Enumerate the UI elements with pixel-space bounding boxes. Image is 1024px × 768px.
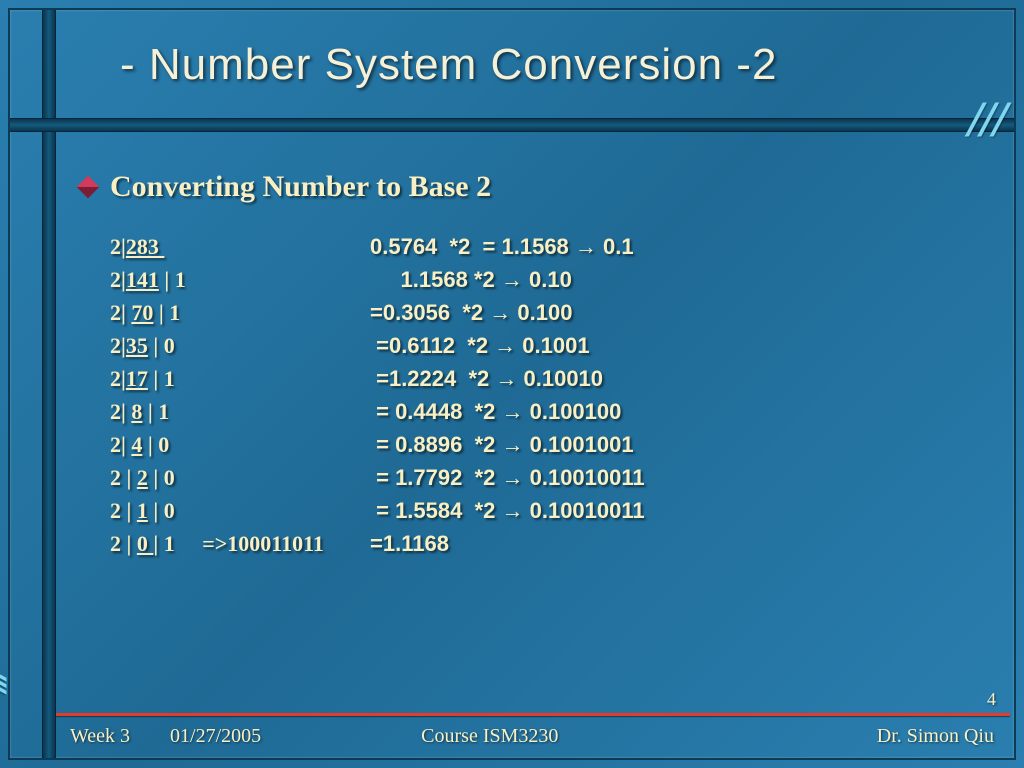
calc-left-prefix: 2|	[110, 399, 131, 424]
calc-left-prefix: 2|	[110, 366, 126, 391]
footer-week: Week 3	[70, 725, 130, 748]
calc-right: =1.2224 *2 → 0.10010	[370, 362, 603, 395]
calc-left-suffix: | 1	[153, 300, 180, 325]
calc-row: 2 | 2 | 0 = 1.7792 *2 → 0.10010011	[110, 461, 984, 494]
calc-left-number: 17	[126, 366, 148, 391]
diamond-bullet-icon	[77, 176, 100, 199]
calc-right: = 1.7792 *2 → 0.10010011	[370, 461, 645, 494]
calc-left-number: 70	[131, 300, 153, 325]
calc-row: 2|35 | 0 =0.6112 *2 → 0.1001	[110, 329, 984, 362]
calc-left: 2 | 2 | 0	[110, 461, 370, 494]
calc-left-number: 8	[131, 399, 142, 424]
calc-right: =0.6112 *2 → 0.1001	[370, 329, 590, 362]
calc-left-prefix: 2 |	[110, 531, 137, 556]
footer-divider	[56, 713, 1010, 716]
slide-title: - Number System Conversion -2	[120, 40, 777, 90]
calc-left: 2 | 1 | 0	[110, 494, 370, 527]
calc-left-prefix: 2|	[110, 267, 126, 292]
page-number: 4	[987, 689, 996, 710]
calc-left-suffix: | 0	[148, 333, 175, 358]
calc-left-number: 141	[126, 267, 159, 292]
calc-row: 2|141 | 1 1.1568 *2 → 0.10	[110, 263, 984, 296]
calc-row: 2|283 0.5764 *2 = 1.1568 → 0.1	[110, 230, 984, 263]
calc-right: = 0.8896 *2 → 0.1001001	[370, 428, 634, 461]
calc-left-suffix: | 0	[148, 465, 175, 490]
calc-left-prefix: 2 |	[110, 498, 137, 523]
footer-course: Course ISM3230	[421, 725, 558, 748]
calc-row: 2| 4 | 0 = 0.8896 *2 → 0.1001001	[110, 428, 984, 461]
calc-left: 2|17 | 1	[110, 362, 370, 395]
calc-row: 2|17 | 1 =1.2224 *2 → 0.10010	[110, 362, 984, 395]
calc-left-number: 4	[131, 432, 142, 457]
calc-left-suffix: | 1	[159, 267, 186, 292]
calc-right: 0.5764 *2 = 1.1568 → 0.1	[370, 230, 634, 263]
calc-left-number: 35	[126, 333, 148, 358]
calc-right: =0.3056 *2 → 0.100	[370, 296, 572, 329]
calc-left: 2|141 | 1	[110, 263, 370, 296]
calc-row: 2 | 0 | 1 =>100011011=1.1168	[110, 527, 984, 560]
calc-left-prefix: 2|	[110, 432, 131, 457]
footer-date: 01/27/2005	[170, 725, 261, 748]
calc-left: 2|35 | 0	[110, 329, 370, 362]
calc-left: 2| 8 | 1	[110, 395, 370, 428]
calc-left-suffix: | 0	[142, 432, 169, 457]
calc-left: 2|283	[110, 230, 370, 263]
decor-stripes-bottom-icon: ///	[0, 664, 14, 684]
calc-left-suffix: | 1 =>100011011	[153, 531, 324, 556]
calc-right: = 1.5584 *2 → 0.10010011	[370, 494, 645, 527]
heading-text: Converting Number to Base 2	[110, 170, 491, 204]
calc-left-prefix: 2|	[110, 333, 126, 358]
calc-left-suffix: | 1	[142, 399, 169, 424]
calc-left-number: 283	[126, 234, 165, 259]
calc-left: 2| 70 | 1	[110, 296, 370, 329]
calc-right: 1.1568 *2 → 0.10	[370, 263, 572, 296]
calc-left: 2 | 0 | 1 =>100011011	[110, 527, 370, 560]
calc-left-number: 0	[137, 531, 154, 556]
footer-instructor: Dr. Simon Qiu	[877, 725, 994, 748]
calc-row: 2| 8 | 1 = 0.4448 *2 → 0.100100	[110, 395, 984, 428]
bullet-heading: Converting Number to Base 2	[80, 170, 984, 204]
content-area: Converting Number to Base 2 2|283 0.5764…	[80, 170, 984, 560]
decor-stripes-top-icon: ///	[967, 93, 1004, 147]
calc-row: 2| 70 | 1=0.3056 *2 → 0.100	[110, 296, 984, 329]
calc-left: 2| 4 | 0	[110, 428, 370, 461]
calc-row: 2 | 1 | 0 = 1.5584 *2 → 0.10010011	[110, 494, 984, 527]
calc-right: =1.1168	[370, 527, 449, 560]
calc-left-prefix: 2 |	[110, 465, 137, 490]
horizontal-divider	[10, 118, 1014, 132]
calc-left-prefix: 2|	[110, 234, 126, 259]
calc-right: = 0.4448 *2 → 0.100100	[370, 395, 621, 428]
calculation-block: 2|283 0.5764 *2 = 1.1568 → 0.12|141 | 1 …	[110, 230, 984, 560]
calc-left-prefix: 2|	[110, 300, 131, 325]
calc-left-suffix: | 0	[148, 498, 175, 523]
footer: Week 3 01/27/2005 Course ISM3230 Dr. Sim…	[70, 725, 994, 748]
calc-left-number: 2	[137, 465, 148, 490]
calc-left-number: 1	[137, 498, 148, 523]
calc-left-suffix: | 1	[148, 366, 175, 391]
